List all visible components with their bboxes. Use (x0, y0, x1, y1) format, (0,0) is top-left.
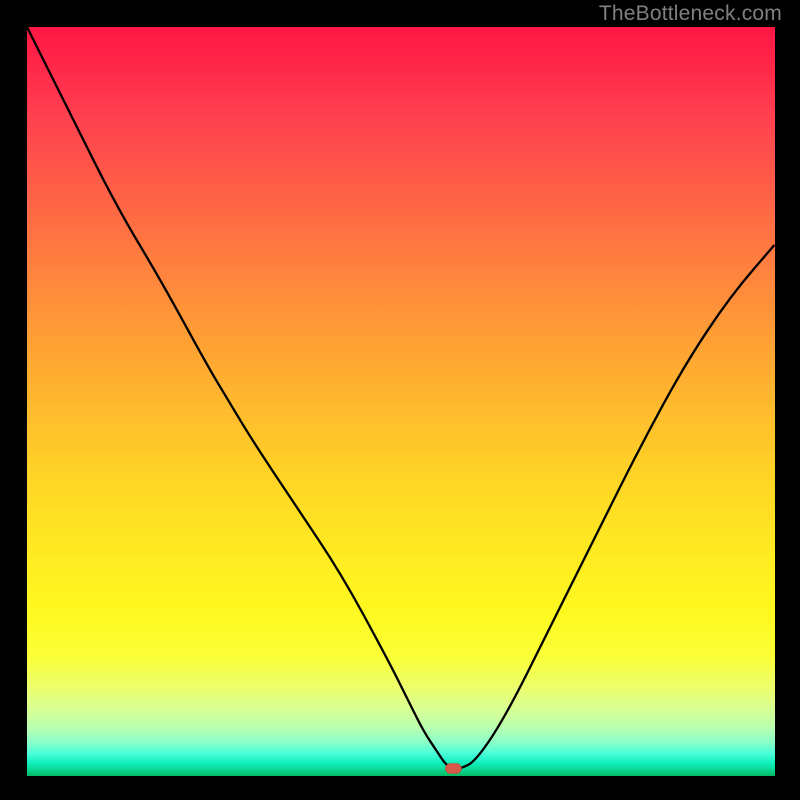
attribution-text: TheBottleneck.com (599, 2, 782, 26)
chart-plot-area (27, 27, 775, 776)
optimum-marker (445, 764, 461, 774)
bottleneck-curve (27, 27, 775, 776)
curve-path (27, 27, 775, 769)
